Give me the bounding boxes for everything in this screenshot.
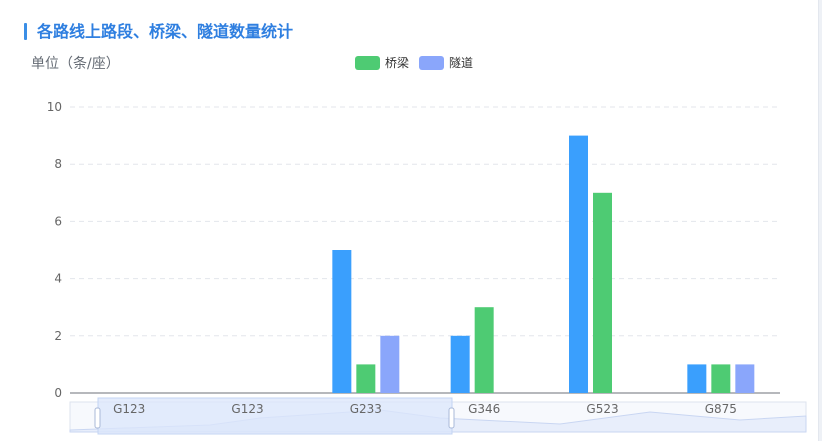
data-zoom-window [97, 397, 453, 435]
y-tick-label: 2 [54, 329, 62, 343]
bar-g346-series-0 [450, 335, 470, 393]
x-tick-label: G523 [586, 402, 618, 416]
y-tick-label: 8 [54, 157, 62, 171]
chart-card: 各路线上路段、桥梁、隧道数量统计 单位（条/座） 桥梁 隧道 0 2 4 6 8 10 G1… [0, 0, 819, 441]
x-tick-label: G123 [113, 402, 145, 416]
x-tick-label: G346 [468, 402, 500, 416]
y-tick-label: 10 [47, 100, 62, 114]
bar-g346-series-1 [474, 307, 494, 393]
data-zoom-handle-left [94, 407, 101, 429]
bar-g523-series-0 [569, 135, 588, 393]
y-tick-label: 4 [54, 272, 62, 286]
bar-g523-series-1 [593, 192, 612, 393]
y-tick-label: 6 [54, 214, 62, 228]
x-tick-label: G233 [350, 402, 382, 416]
y-tick-label: 0 [54, 386, 62, 400]
bar-g875-series-1 [711, 364, 731, 393]
bar-g233-series-2 [380, 335, 400, 393]
bar-g875-series-2 [735, 364, 755, 393]
bar-g875-series-0 [687, 364, 707, 393]
bar-chart: 0 2 4 6 8 10 G123 G123 G233 G346 G523 G875 [47, 100, 807, 435]
x-tick-label: G875 [705, 402, 737, 416]
x-tick-label: G123 [231, 402, 263, 416]
data-zoom-handle-right [448, 407, 455, 429]
bar-g233-series-1 [356, 364, 376, 393]
bar-g233-series-0 [332, 250, 352, 393]
